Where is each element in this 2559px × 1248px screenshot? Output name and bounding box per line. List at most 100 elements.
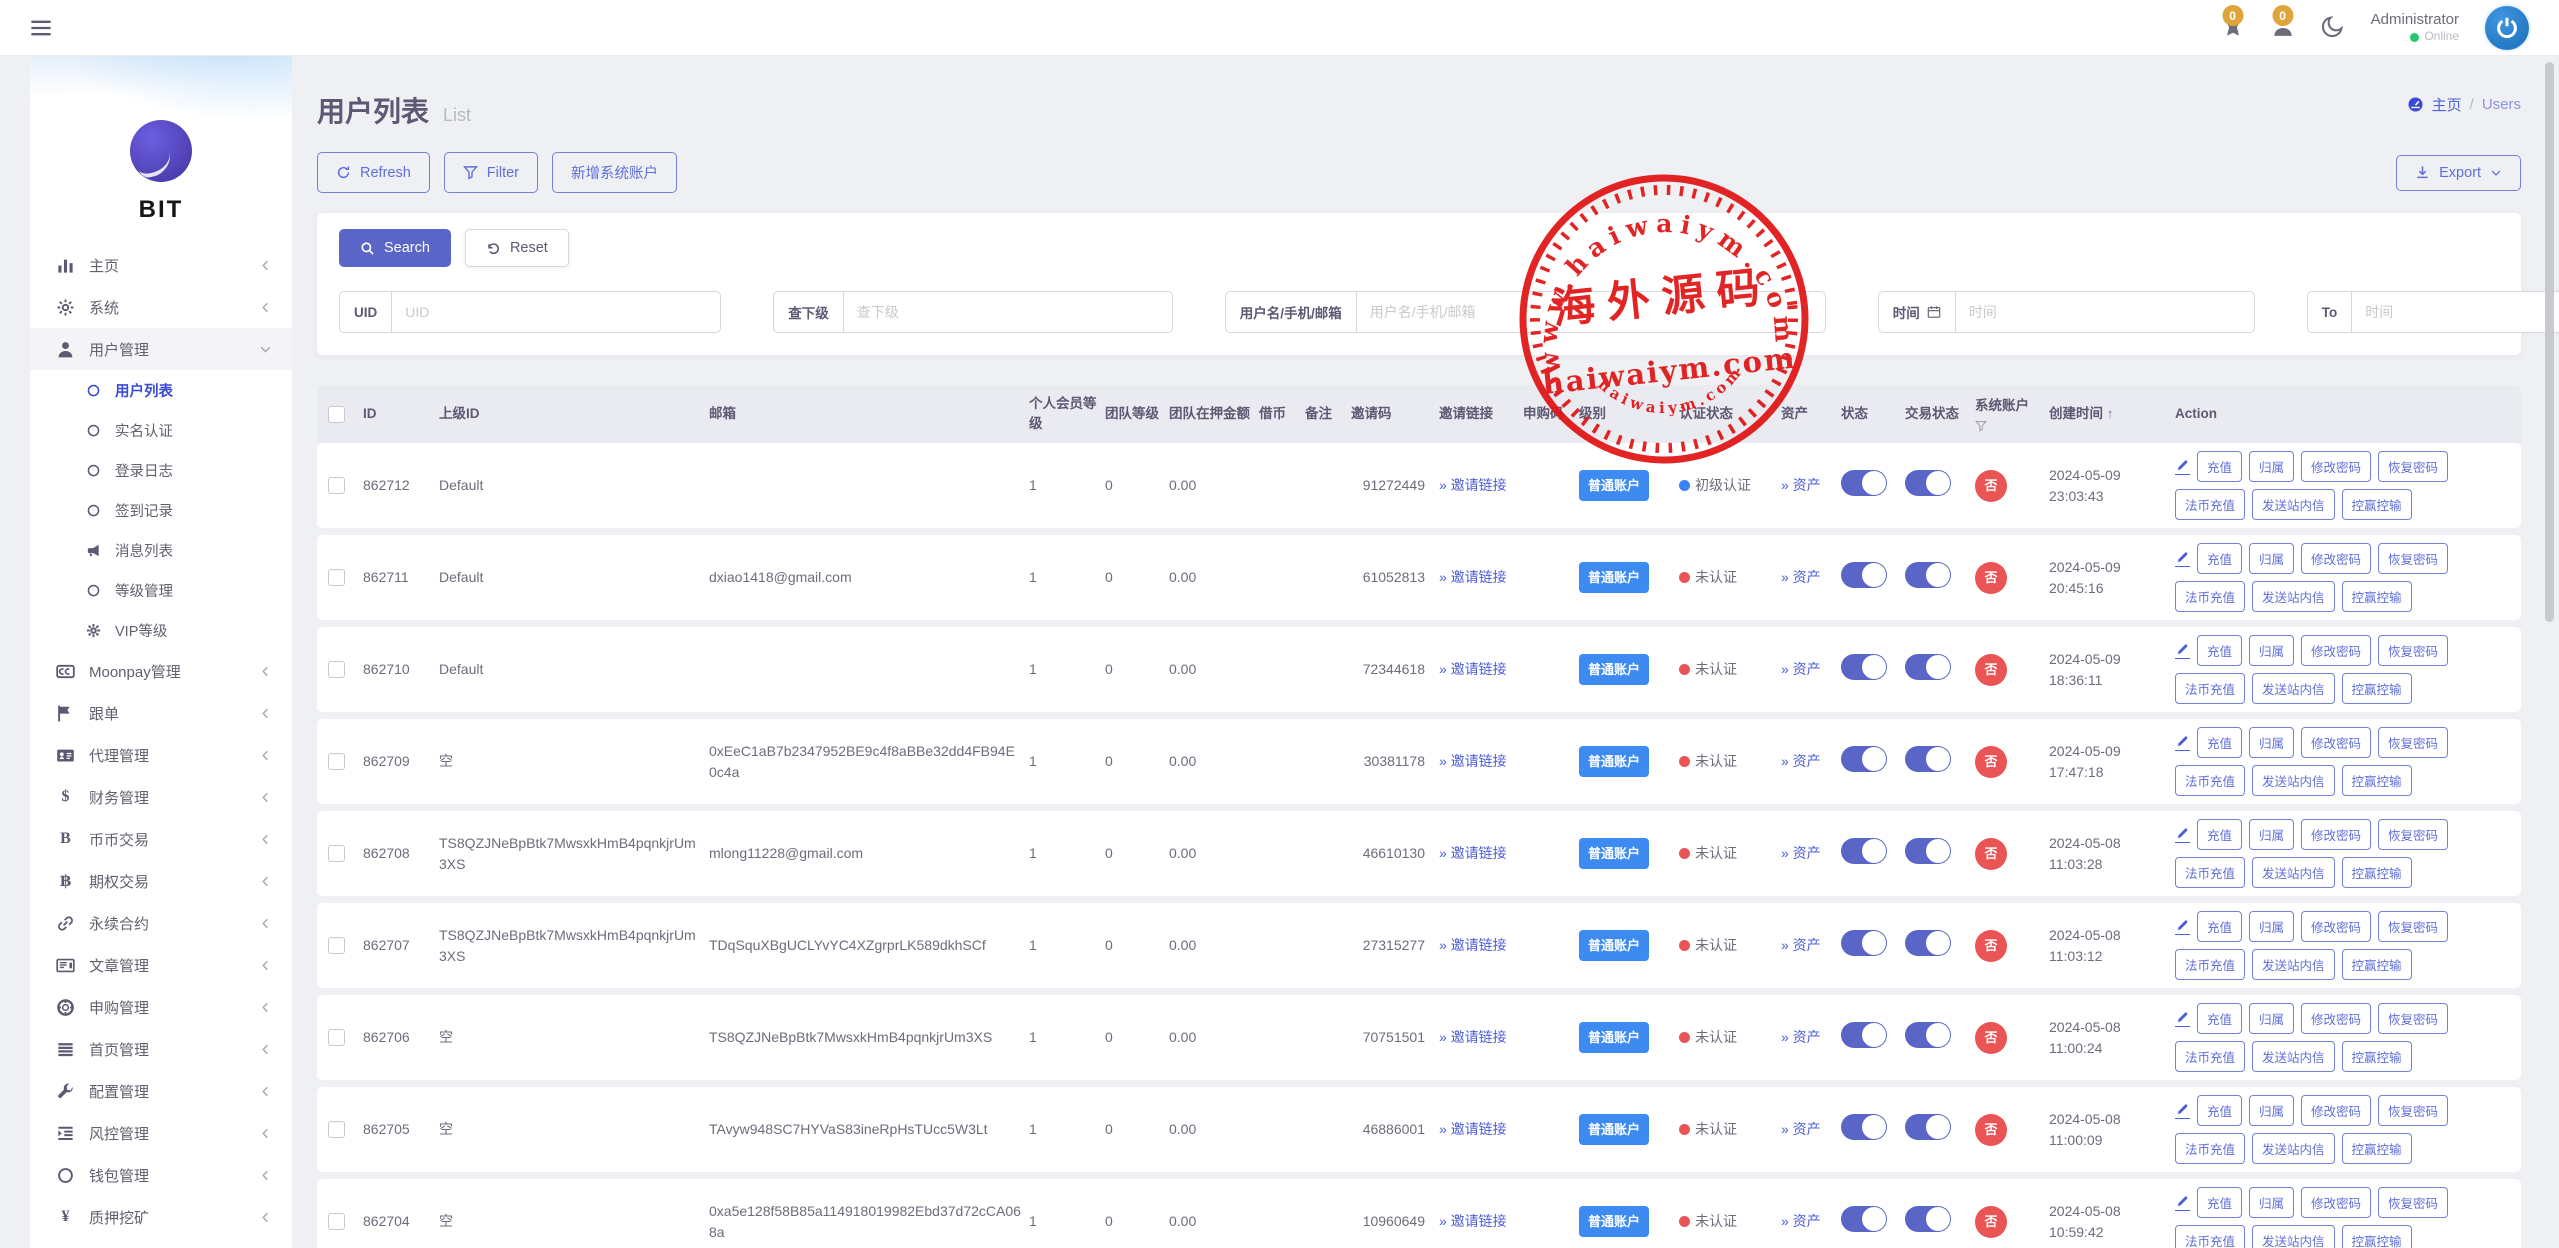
- edit-pencil-icon[interactable]: [2175, 1194, 2190, 1211]
- action-button-修改密码[interactable]: 修改密码: [2301, 819, 2371, 850]
- award-icon[interactable]: 0: [2221, 14, 2245, 41]
- trade-status-toggle[interactable]: [1905, 470, 1951, 496]
- breadcrumb-home[interactable]: 主页: [2432, 94, 2462, 115]
- action-button-充值[interactable]: 充值: [2197, 451, 2242, 482]
- asset-link[interactable]: » 资产: [1781, 477, 1821, 493]
- edit-pencil-icon[interactable]: [2175, 550, 2190, 567]
- action-button-修改密码[interactable]: 修改密码: [2301, 1095, 2371, 1126]
- action-button-恢复密码[interactable]: 恢复密码: [2378, 911, 2448, 942]
- action-button-发送站内信[interactable]: 发送站内信: [2252, 857, 2335, 888]
- row-checkbox[interactable]: [328, 661, 345, 678]
- dark-mode-icon[interactable]: [2321, 14, 2345, 41]
- add-system-account-button[interactable]: 新增系统账户: [552, 152, 677, 193]
- action-button-修改密码[interactable]: 修改密码: [2301, 1003, 2371, 1034]
- select-all-checkbox[interactable]: [328, 406, 345, 423]
- menu-toggle-icon[interactable]: [30, 17, 52, 39]
- status-toggle[interactable]: [1841, 470, 1887, 496]
- admin-info[interactable]: Administrator Online: [2371, 10, 2459, 45]
- trade-status-toggle[interactable]: [1905, 930, 1951, 956]
- action-button-法币充值[interactable]: 法币充值: [2175, 857, 2245, 888]
- search-input-UID[interactable]: [391, 291, 721, 333]
- asset-link[interactable]: » 资产: [1781, 569, 1821, 585]
- action-button-发送站内信[interactable]: 发送站内信: [2252, 765, 2335, 796]
- edit-pencil-icon[interactable]: [2175, 1010, 2190, 1027]
- action-button-归属[interactable]: 归属: [2249, 1095, 2294, 1126]
- action-button-发送站内信[interactable]: 发送站内信: [2252, 949, 2335, 980]
- action-button-法币充值[interactable]: 法币充值: [2175, 1225, 2245, 1248]
- edit-pencil-icon[interactable]: [2175, 1102, 2190, 1119]
- sidebar-item-期权交易[interactable]: ฿ 期权交易: [30, 860, 292, 902]
- sidebar-item-财务管理[interactable]: $ 财务管理: [30, 776, 292, 818]
- invite-link[interactable]: » 邀请链接: [1439, 1213, 1507, 1229]
- action-button-充值[interactable]: 充值: [2197, 1095, 2242, 1126]
- sidebar-item-首页管理[interactable]: 首页管理: [30, 1028, 292, 1070]
- action-button-归属[interactable]: 归属: [2249, 1187, 2294, 1218]
- action-button-归属[interactable]: 归属: [2249, 451, 2294, 482]
- edit-pencil-icon[interactable]: [2175, 734, 2190, 751]
- invite-link[interactable]: » 邀请链接: [1439, 477, 1507, 493]
- status-toggle[interactable]: [1841, 562, 1887, 588]
- column-header-系统账户[interactable]: 系统账户: [1975, 396, 2049, 431]
- action-button-控赢控输[interactable]: 控赢控输: [2342, 1041, 2412, 1072]
- invite-link[interactable]: » 邀请链接: [1439, 1121, 1507, 1137]
- row-checkbox[interactable]: [328, 937, 345, 954]
- action-button-归属[interactable]: 归属: [2249, 1003, 2294, 1034]
- action-button-控赢控输[interactable]: 控赢控输: [2342, 673, 2412, 704]
- sidebar-item-跟单[interactable]: 跟单: [30, 692, 292, 734]
- action-button-法币充值[interactable]: 法币充值: [2175, 765, 2245, 796]
- action-button-修改密码[interactable]: 修改密码: [2301, 1187, 2371, 1218]
- action-button-修改密码[interactable]: 修改密码: [2301, 543, 2371, 574]
- action-button-发送站内信[interactable]: 发送站内信: [2252, 1041, 2335, 1072]
- trade-status-toggle[interactable]: [1905, 1206, 1951, 1232]
- action-button-法币充值[interactable]: 法币充值: [2175, 949, 2245, 980]
- trade-status-toggle[interactable]: [1905, 838, 1951, 864]
- action-button-控赢控输[interactable]: 控赢控输: [2342, 489, 2412, 520]
- sidebar-item-Moonpay管理[interactable]: Moonpay管理: [30, 650, 292, 692]
- sidebar-item-VIP等级[interactable]: VIP等级: [30, 610, 292, 650]
- action-button-恢复密码[interactable]: 恢复密码: [2378, 543, 2448, 574]
- action-button-控赢控输[interactable]: 控赢控输: [2342, 581, 2412, 612]
- row-checkbox[interactable]: [328, 1029, 345, 1046]
- action-button-充值[interactable]: 充值: [2197, 543, 2242, 574]
- action-button-修改密码[interactable]: 修改密码: [2301, 911, 2371, 942]
- avatar[interactable]: [2485, 6, 2529, 50]
- invite-link[interactable]: » 邀请链接: [1439, 937, 1507, 953]
- sidebar-item-质押挖矿[interactable]: ¥ 质押挖矿: [30, 1196, 292, 1238]
- sidebar-item-配置管理[interactable]: 配置管理: [30, 1070, 292, 1112]
- action-button-充值[interactable]: 充值: [2197, 1003, 2242, 1034]
- action-button-控赢控输[interactable]: 控赢控输: [2342, 1133, 2412, 1164]
- action-button-恢复密码[interactable]: 恢复密码: [2378, 635, 2448, 666]
- invite-link[interactable]: » 邀请链接: [1439, 1029, 1507, 1045]
- action-button-控赢控输[interactable]: 控赢控输: [2342, 765, 2412, 796]
- row-checkbox[interactable]: [328, 569, 345, 586]
- status-toggle[interactable]: [1841, 930, 1887, 956]
- status-toggle[interactable]: [1841, 1206, 1887, 1232]
- search-input-To[interactable]: [2351, 291, 2559, 333]
- sidebar-item-系统[interactable]: 系统: [30, 286, 292, 328]
- edit-pencil-icon[interactable]: [2175, 826, 2190, 843]
- action-button-归属[interactable]: 归属: [2249, 819, 2294, 850]
- action-button-归属[interactable]: 归属: [2249, 543, 2294, 574]
- action-button-控赢控输[interactable]: 控赢控输: [2342, 1225, 2412, 1248]
- sidebar-item-代理管理[interactable]: 代理管理: [30, 734, 292, 776]
- asset-link[interactable]: » 资产: [1781, 937, 1821, 953]
- trade-status-toggle[interactable]: [1905, 562, 1951, 588]
- status-toggle[interactable]: [1841, 746, 1887, 772]
- action-button-发送站内信[interactable]: 发送站内信: [2252, 673, 2335, 704]
- action-button-发送站内信[interactable]: 发送站内信: [2252, 581, 2335, 612]
- trade-status-toggle[interactable]: [1905, 1114, 1951, 1140]
- action-button-恢复密码[interactable]: 恢复密码: [2378, 1095, 2448, 1126]
- action-button-法币充值[interactable]: 法币充值: [2175, 581, 2245, 612]
- row-checkbox[interactable]: [328, 1213, 345, 1230]
- action-button-发送站内信[interactable]: 发送站内信: [2252, 1225, 2335, 1248]
- trade-status-toggle[interactable]: [1905, 1022, 1951, 1048]
- asset-link[interactable]: » 资产: [1781, 1029, 1821, 1045]
- row-checkbox[interactable]: [328, 477, 345, 494]
- sidebar-item-币币交易[interactable]: B 币币交易: [30, 818, 292, 860]
- edit-pencil-icon[interactable]: [2175, 642, 2190, 659]
- action-button-修改密码[interactable]: 修改密码: [2301, 727, 2371, 758]
- row-checkbox[interactable]: [328, 753, 345, 770]
- status-toggle[interactable]: [1841, 1022, 1887, 1048]
- action-button-控赢控输[interactable]: 控赢控输: [2342, 949, 2412, 980]
- trade-status-toggle[interactable]: [1905, 654, 1951, 680]
